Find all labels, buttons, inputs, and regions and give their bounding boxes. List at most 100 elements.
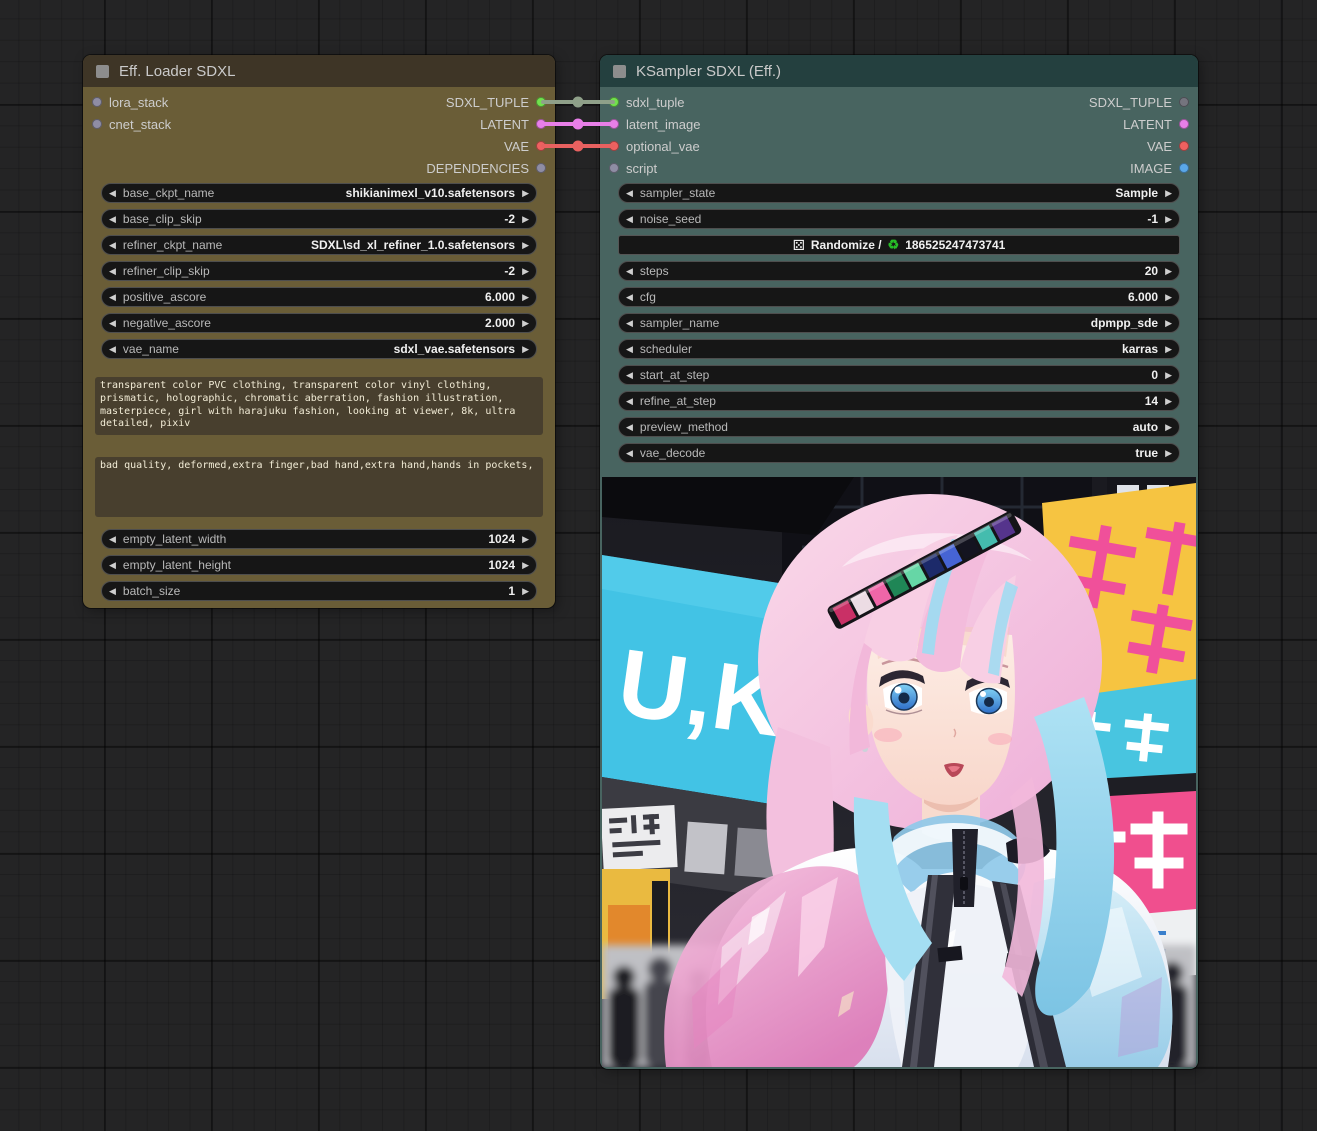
increment-arrow-icon[interactable]: ▶ — [522, 189, 529, 198]
widget-cfg[interactable]: ◀ cfg 6.000 ▶ — [618, 287, 1180, 307]
input-slot-latent-image[interactable]: latent_image — [609, 113, 700, 135]
node-ksampler-sdxl-eff[interactable]: KSampler SDXL (Eff.) sdxl_tuple SDXL_TUP… — [600, 55, 1198, 1069]
node-title-bar[interactable]: Eff. Loader SDXL — [83, 55, 555, 87]
increment-arrow-icon[interactable]: ▶ — [522, 561, 529, 570]
increment-arrow-icon[interactable]: ▶ — [1165, 371, 1172, 380]
widget-sampler-state[interactable]: ◀ sampler_state Sample ▶ — [618, 183, 1180, 203]
decrement-arrow-icon[interactable]: ◀ — [109, 293, 116, 302]
increment-arrow-icon[interactable]: ▶ — [522, 267, 529, 276]
widget-base-clip-skip[interactable]: ◀ base_clip_skip -2 ▶ — [101, 209, 537, 229]
increment-arrow-icon[interactable]: ▶ — [522, 345, 529, 354]
widget-value: -1 — [1147, 212, 1158, 226]
output-slot-sdxl-tuple[interactable]: SDXL_TUPLE — [446, 91, 546, 113]
link-wire-latent[interactable] — [541, 122, 615, 126]
link-wire-vae[interactable] — [541, 144, 615, 148]
positive-prompt-textarea[interactable]: transparent color PVC clothing, transpar… — [95, 377, 543, 435]
widget-scheduler[interactable]: ◀ scheduler karras ▶ — [618, 339, 1180, 359]
node-eff-loader-sdxl[interactable]: Eff. Loader SDXL lora_stack SDXL_TUPLE c… — [83, 55, 555, 608]
widget-label: vae_name — [123, 342, 394, 356]
output-slot-dependencies[interactable]: DEPENDENCIES — [426, 157, 546, 179]
increment-arrow-icon[interactable]: ▶ — [1165, 189, 1172, 198]
decrement-arrow-icon[interactable]: ◀ — [626, 267, 633, 276]
input-slot-cnet-stack[interactable]: cnet_stack — [92, 113, 171, 135]
widget-positive-ascore[interactable]: ◀ positive_ascore 6.000 ▶ — [101, 287, 537, 307]
input-slot-script[interactable]: script — [609, 157, 657, 179]
output-slot-vae[interactable]: VAE — [504, 135, 546, 157]
slot-dot[interactable] — [92, 119, 102, 129]
widget-batch-size[interactable]: ◀ batch_size 1 ▶ — [101, 581, 537, 601]
widget-steps[interactable]: ◀ steps 20 ▶ — [618, 261, 1180, 281]
output-slot-sdxl-tuple[interactable]: SDXL_TUPLE — [1089, 91, 1189, 113]
increment-arrow-icon[interactable]: ▶ — [522, 241, 529, 250]
widget-value: -2 — [504, 212, 515, 226]
increment-arrow-icon[interactable]: ▶ — [522, 535, 529, 544]
increment-arrow-icon[interactable]: ▶ — [1165, 397, 1172, 406]
output-slot-latent[interactable]: LATENT — [480, 113, 546, 135]
increment-arrow-icon[interactable]: ▶ — [1165, 449, 1172, 458]
increment-arrow-icon[interactable]: ▶ — [1165, 345, 1172, 354]
slot-dot[interactable] — [609, 163, 619, 173]
decrement-arrow-icon[interactable]: ◀ — [109, 241, 116, 250]
collapse-box-icon[interactable] — [613, 65, 626, 78]
increment-arrow-icon[interactable]: ▶ — [522, 215, 529, 224]
decrement-arrow-icon[interactable]: ◀ — [109, 345, 116, 354]
link-wire-sdxl-tuple[interactable] — [541, 100, 615, 104]
decrement-arrow-icon[interactable]: ◀ — [109, 561, 116, 570]
slot-dot[interactable] — [1179, 163, 1189, 173]
decrement-arrow-icon[interactable]: ◀ — [109, 587, 116, 596]
output-slot-image[interactable]: IMAGE — [1130, 157, 1189, 179]
decrement-arrow-icon[interactable]: ◀ — [626, 319, 633, 328]
slot-dot[interactable] — [536, 163, 546, 173]
output-slot-latent[interactable]: LATENT — [1123, 113, 1189, 135]
widget-refiner-ckpt-name[interactable]: ◀ refiner_ckpt_name SDXL\sd_xl_refiner_1… — [101, 235, 537, 255]
decrement-arrow-icon[interactable]: ◀ — [109, 319, 116, 328]
increment-arrow-icon[interactable]: ▶ — [522, 293, 529, 302]
widget-sampler-name[interactable]: ◀ sampler_name dpmpp_sde ▶ — [618, 313, 1180, 333]
slot-dot[interactable] — [1179, 97, 1189, 107]
increment-arrow-icon[interactable]: ▶ — [1165, 215, 1172, 224]
input-slot-optional-vae[interactable]: optional_vae — [609, 135, 700, 157]
decrement-arrow-icon[interactable]: ◀ — [626, 293, 633, 302]
decrement-arrow-icon[interactable]: ◀ — [626, 215, 633, 224]
node-title-bar[interactable]: KSampler SDXL (Eff.) — [600, 55, 1198, 87]
widget-refiner-clip-skip[interactable]: ◀ refiner_clip_skip -2 ▶ — [101, 261, 537, 281]
widget-preview-method[interactable]: ◀ preview_method auto ▶ — [618, 417, 1180, 437]
slot-dot[interactable] — [1179, 141, 1189, 151]
decrement-arrow-icon[interactable]: ◀ — [626, 397, 633, 406]
decrement-arrow-icon[interactable]: ◀ — [626, 449, 633, 458]
collapse-box-icon[interactable] — [96, 65, 109, 78]
widget-vae-decode[interactable]: ◀ vae_decode true ▶ — [618, 443, 1180, 463]
widget-refine-at-step[interactable]: ◀ refine_at_step 14 ▶ — [618, 391, 1180, 411]
decrement-arrow-icon[interactable]: ◀ — [109, 535, 116, 544]
increment-arrow-icon[interactable]: ▶ — [1165, 293, 1172, 302]
decrement-arrow-icon[interactable]: ◀ — [626, 423, 633, 432]
decrement-arrow-icon[interactable]: ◀ — [109, 189, 116, 198]
increment-arrow-icon[interactable]: ▶ — [1165, 423, 1172, 432]
randomize-seed-button[interactable]: ⚄ Randomize / ♻ 186525247473741 — [618, 235, 1180, 255]
input-slot-sdxl-tuple[interactable]: sdxl_tuple — [609, 91, 685, 113]
decrement-arrow-icon[interactable]: ◀ — [626, 189, 633, 198]
node-graph-canvas[interactable]: Eff. Loader SDXL lora_stack SDXL_TUPLE c… — [0, 0, 1317, 1131]
negative-prompt-textarea[interactable]: bad quality, deformed,extra finger,bad h… — [95, 457, 543, 517]
widget-empty-latent-width[interactable]: ◀ empty_latent_width 1024 ▶ — [101, 529, 537, 549]
slot-dot[interactable] — [1179, 119, 1189, 129]
increment-arrow-icon[interactable]: ▶ — [1165, 267, 1172, 276]
widget-value: 14 — [1145, 394, 1158, 408]
increment-arrow-icon[interactable]: ▶ — [1165, 319, 1172, 328]
widget-vae-name[interactable]: ◀ vae_name sdxl_vae.safetensors ▶ — [101, 339, 537, 359]
output-slot-vae[interactable]: VAE — [1147, 135, 1189, 157]
slot-label: VAE — [1147, 139, 1172, 154]
increment-arrow-icon[interactable]: ▶ — [522, 319, 529, 328]
widget-negative-ascore[interactable]: ◀ negative_ascore 2.000 ▶ — [101, 313, 537, 333]
decrement-arrow-icon[interactable]: ◀ — [626, 371, 633, 380]
decrement-arrow-icon[interactable]: ◀ — [626, 345, 633, 354]
widget-start-at-step[interactable]: ◀ start_at_step 0 ▶ — [618, 365, 1180, 385]
widget-noise-seed[interactable]: ◀ noise_seed -1 ▶ — [618, 209, 1180, 229]
widget-empty-latent-height[interactable]: ◀ empty_latent_height 1024 ▶ — [101, 555, 537, 575]
input-slot-lora-stack[interactable]: lora_stack — [92, 91, 168, 113]
decrement-arrow-icon[interactable]: ◀ — [109, 215, 116, 224]
widget-base-ckpt-name[interactable]: ◀ base_ckpt_name shikianimexl_v10.safete… — [101, 183, 537, 203]
increment-arrow-icon[interactable]: ▶ — [522, 587, 529, 596]
decrement-arrow-icon[interactable]: ◀ — [109, 267, 116, 276]
slot-dot[interactable] — [92, 97, 102, 107]
